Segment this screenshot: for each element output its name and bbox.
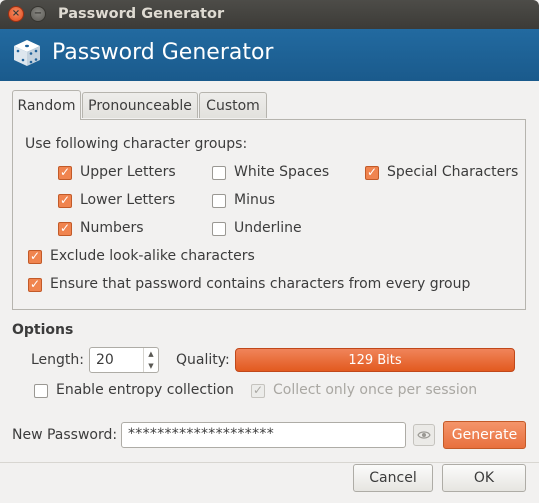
- cancel-button[interactable]: Cancel: [353, 464, 433, 492]
- header-title: Password Generator: [52, 40, 274, 65]
- entropy-checkbox[interactable]: [34, 384, 48, 398]
- minus-checkbox[interactable]: [212, 194, 226, 208]
- quality-bar: 129 Bits: [235, 348, 515, 372]
- entropy-label: Enable entropy collection: [56, 382, 234, 398]
- upper-letters-label: Upper Letters: [80, 164, 176, 180]
- lower-letters-checkbox[interactable]: [58, 193, 72, 208]
- new-password-label: New Password:: [12, 427, 118, 443]
- underline-label: Underline: [234, 220, 302, 236]
- every-group-label: Ensure that password contains characters…: [50, 276, 471, 292]
- close-icon: ×: [11, 8, 21, 19]
- groups-heading: Use following character groups:: [25, 136, 248, 152]
- minimize-icon: −: [33, 8, 43, 19]
- collect-once-checkbox: [251, 383, 265, 398]
- show-password-toggle[interactable]: [413, 424, 435, 446]
- white-spaces-checkbox[interactable]: [212, 166, 226, 180]
- window-close-button[interactable]: ×: [8, 6, 24, 22]
- every-group-checkbox[interactable]: [28, 277, 42, 292]
- collect-once-label: Collect only once per session: [273, 382, 478, 398]
- exclude-lookalike-checkbox[interactable]: [28, 249, 42, 264]
- generate-button[interactable]: Generate: [443, 421, 526, 449]
- tab-custom[interactable]: Custom: [199, 92, 267, 118]
- options-heading: Options: [12, 322, 74, 338]
- chevron-up-icon[interactable]: ▲: [144, 348, 158, 360]
- white-spaces-label: White Spaces: [234, 164, 330, 180]
- ok-button[interactable]: OK: [442, 464, 526, 492]
- lower-letters-label: Lower Letters: [80, 192, 176, 208]
- special-characters-label: Special Characters: [387, 164, 519, 180]
- length-value: 20: [96, 352, 114, 368]
- quality-label: Quality:: [176, 352, 230, 368]
- length-label: Length:: [31, 352, 85, 368]
- window-title: Password Generator: [58, 6, 225, 22]
- upper-letters-checkbox[interactable]: [58, 165, 72, 180]
- underline-checkbox[interactable]: [212, 222, 226, 236]
- minus-label: Minus: [234, 192, 276, 208]
- chevron-down-icon[interactable]: ▼: [144, 360, 158, 372]
- dice-icon: [14, 40, 40, 66]
- window-minimize-button[interactable]: −: [30, 6, 46, 22]
- exclude-lookalike-label: Exclude look-alike characters: [50, 248, 255, 264]
- new-password-field[interactable]: ********************: [121, 422, 406, 448]
- footer-divider: [0, 462, 539, 463]
- special-characters-checkbox[interactable]: [365, 165, 379, 180]
- numbers-label: Numbers: [80, 220, 144, 236]
- tab-random[interactable]: Random: [12, 90, 81, 120]
- numbers-checkbox[interactable]: [58, 221, 72, 236]
- tab-pronounceable[interactable]: Pronounceable: [82, 92, 198, 118]
- new-password-value: ********************: [128, 426, 274, 442]
- length-spinbox[interactable]: 20 ▲ ▼: [89, 347, 159, 373]
- length-stepper[interactable]: ▲ ▼: [143, 348, 158, 372]
- eye-icon: [417, 431, 431, 439]
